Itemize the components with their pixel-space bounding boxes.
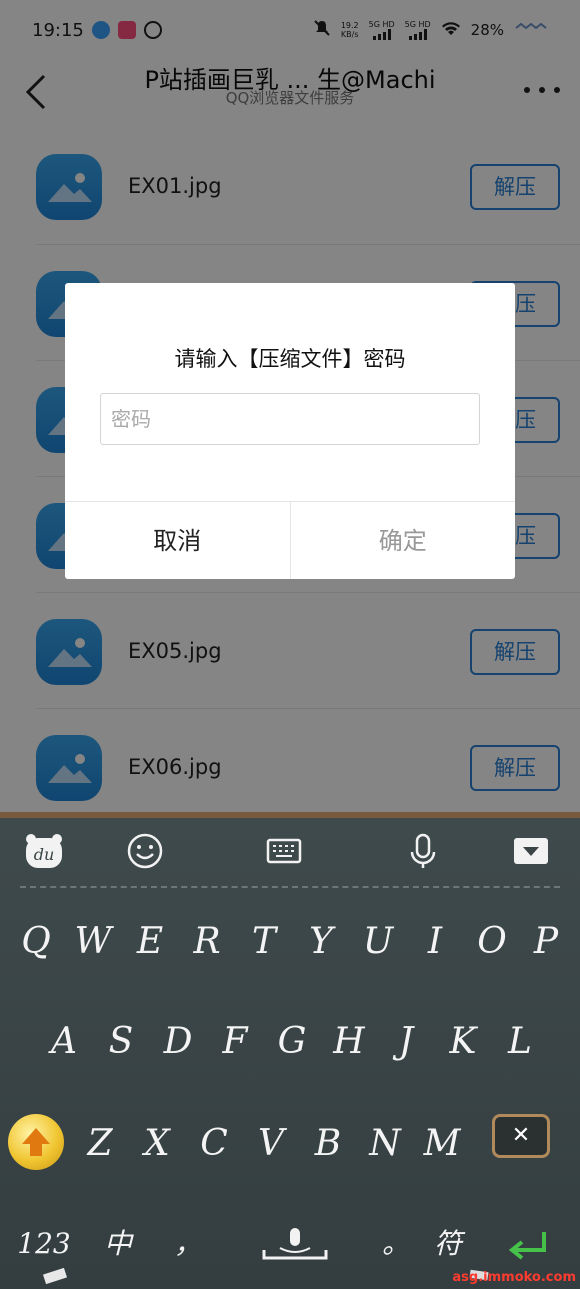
key-l[interactable]: L	[492, 1002, 548, 1082]
smiley-icon	[127, 833, 163, 869]
hide-keyboard-button[interactable]	[512, 832, 552, 870]
password-dialog: 请输入【压缩文件】密码 取消 确定	[65, 283, 515, 579]
watermark: asg.immoko.com	[452, 1270, 576, 1285]
logo-text: du	[34, 845, 55, 864]
cancel-button[interactable]: 取消	[65, 502, 291, 579]
chevron-down-icon	[514, 838, 548, 864]
key-i[interactable]: I	[407, 902, 463, 982]
confirm-button[interactable]: 确定	[291, 502, 516, 579]
key-c[interactable]: C	[186, 1104, 242, 1184]
key-k[interactable]: K	[435, 1002, 491, 1082]
key-e[interactable]: E	[122, 902, 178, 982]
key-a[interactable]: A	[36, 1002, 92, 1082]
dialog-title: 请输入【压缩文件】密码	[174, 347, 406, 371]
key-z[interactable]: Z	[72, 1104, 128, 1184]
key-u[interactable]: U	[350, 902, 406, 982]
key-m[interactable]: M	[414, 1104, 470, 1184]
password-input[interactable]	[100, 393, 480, 445]
key-x[interactable]: X	[129, 1104, 185, 1184]
voice-input-button[interactable]	[404, 832, 444, 870]
key-v[interactable]: V	[243, 1104, 299, 1184]
key-y[interactable]: Y	[293, 902, 349, 982]
key-d[interactable]: D	[150, 1002, 206, 1082]
bear-logo-icon: du	[26, 834, 62, 868]
key-t[interactable]: T	[236, 902, 292, 982]
key-q[interactable]: Q	[8, 902, 64, 982]
period-key[interactable]: 。	[368, 1204, 424, 1284]
key-f[interactable]: F	[207, 1002, 263, 1082]
space-microphone-icon	[262, 1228, 328, 1260]
key-r[interactable]: R	[179, 902, 235, 982]
key-b[interactable]: B	[300, 1104, 356, 1184]
emoji-button[interactable]	[126, 832, 166, 870]
shift-key[interactable]	[8, 1114, 64, 1170]
key-p[interactable]: P	[518, 902, 574, 982]
keyboard-toolbar: du	[0, 818, 580, 882]
key-row-2: A S D F G H J K L	[0, 1002, 580, 1082]
keyboard-switch-button[interactable]	[265, 832, 305, 870]
delete-x-icon: ✕	[511, 1123, 531, 1148]
toolbar-divider	[20, 886, 560, 888]
keyboard-icon	[266, 838, 302, 864]
key-h[interactable]: H	[321, 1002, 377, 1082]
backspace-key[interactable]: ✕	[492, 1114, 550, 1158]
key-j[interactable]: J	[378, 1002, 434, 1082]
key-row-3: Z X C V B N M ✕	[0, 1104, 580, 1184]
key-row-1: Q W E R T Y U I O P	[0, 902, 580, 982]
arrow-up-icon	[22, 1128, 50, 1156]
soft-keyboard: du Q W E R T Y U I O P A S D F G H J K L…	[0, 812, 580, 1289]
space-key[interactable]	[250, 1204, 340, 1284]
key-w[interactable]: W	[65, 902, 121, 982]
key-n[interactable]: N	[357, 1104, 413, 1184]
key-s[interactable]: S	[93, 1002, 149, 1082]
key-o[interactable]: O	[464, 902, 520, 982]
language-key[interactable]: 中	[90, 1204, 146, 1284]
dialog-actions: 取消 确定	[65, 501, 515, 579]
baidu-logo-button[interactable]: du	[24, 832, 64, 870]
comma-key[interactable]: ，	[160, 1204, 216, 1284]
key-g[interactable]: G	[264, 1002, 320, 1082]
microphone-icon	[410, 833, 436, 868]
